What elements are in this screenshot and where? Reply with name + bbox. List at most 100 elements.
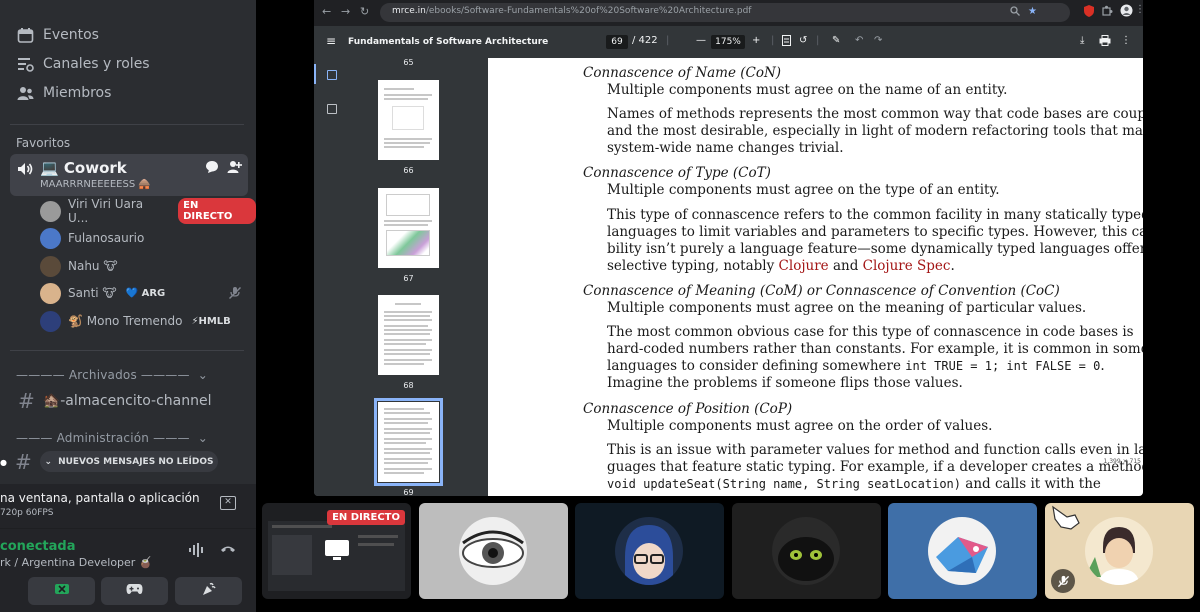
hamburger-menu-icon[interactable]: ≡ xyxy=(326,34,336,48)
stream-tile[interactable]: EN DIRECTO xyxy=(262,503,411,599)
members-icon xyxy=(16,84,34,102)
soundboard-button[interactable] xyxy=(175,577,242,605)
stream-quality: 720p 60FPS xyxy=(0,508,54,518)
more-menu-icon[interactable]: ⋮ xyxy=(1135,4,1143,15)
activities-button[interactable] xyxy=(101,577,168,605)
nav-events[interactable]: Eventos xyxy=(16,23,99,47)
member-name: Santi 🐮 xyxy=(68,286,117,300)
undo-icon[interactable]: ↶ xyxy=(855,35,863,46)
annotate-icon[interactable] xyxy=(792,35,793,46)
back-icon[interactable]: ← xyxy=(322,5,331,18)
participant-tile[interactable] xyxy=(575,503,724,599)
heading-con: Connascence of Name (CoN) xyxy=(583,65,782,81)
page-number-input[interactable]: 69 xyxy=(606,35,628,49)
page-thumbnail-selected[interactable] xyxy=(374,398,443,486)
text-line: Multiple components must agree on the or… xyxy=(607,418,993,434)
nav-members[interactable]: Miembros xyxy=(16,81,111,105)
camera-button[interactable] xyxy=(28,577,95,605)
thumbnail-page-number: 69 xyxy=(403,488,414,496)
invite-user-icon[interactable] xyxy=(227,160,242,178)
redo-icon[interactable]: ↷ xyxy=(874,35,882,46)
voice-member[interactable]: Nahu 🐮 xyxy=(40,255,118,277)
reload-icon[interactable]: ↻ xyxy=(360,5,369,18)
new-unread-messages-button[interactable]: ⌄ NUEVOS MENSAJES NO LEÍDOS xyxy=(40,451,218,472)
print-icon[interactable] xyxy=(1099,35,1111,49)
soundboard-icon xyxy=(201,582,216,601)
text-line: languages to limit variables and paramet… xyxy=(607,224,1143,240)
channel-name: 🏚️-almacencito-channel xyxy=(42,393,212,409)
participant-tile[interactable] xyxy=(419,503,568,599)
chevron-down-icon: ⌄ xyxy=(197,368,208,382)
browser-window: ← → ↻ ≡ mrce.in/ebooks/Software-Fundamen… xyxy=(314,0,1143,496)
page-thumbnail[interactable] xyxy=(378,295,439,375)
puzzle-icon[interactable] xyxy=(1102,5,1113,19)
calendar-icon xyxy=(16,26,34,44)
fit-to-page-icon[interactable] xyxy=(782,35,791,49)
thumbnail-page-number: 65 xyxy=(403,58,414,67)
mic-muted-icon xyxy=(1051,569,1075,593)
forward-icon[interactable]: → xyxy=(341,5,350,18)
nav-channels-roles[interactable]: Canales y roles xyxy=(16,52,150,76)
channel-admin-hidden[interactable]: ● # xyxy=(0,450,32,474)
page-thumbnail[interactable] xyxy=(378,80,439,160)
text-line: Multiple components must agree on the na… xyxy=(607,82,1008,98)
voice-channel-name: 💻 Cowork xyxy=(40,159,127,177)
thumbnail-page-number: 66 xyxy=(403,166,414,175)
extension-icon[interactable] xyxy=(1084,5,1094,20)
voice-channel-cowork[interactable]: 💻 Cowork MAARRRNEEEEESS 🛖 xyxy=(10,154,248,196)
pdf-page: Connascence of Name (CoN) Multiple compo… xyxy=(488,58,1143,496)
side-rail xyxy=(314,58,350,496)
unread-dot-icon: ● xyxy=(0,457,7,467)
zoom-input[interactable]: 175% xyxy=(711,35,745,49)
participant-tile[interactable] xyxy=(732,503,881,599)
member-tag: ⚡HMLB xyxy=(191,315,231,327)
draw-icon[interactable]: ✎ xyxy=(832,35,840,46)
avatar xyxy=(40,310,61,332)
nav-members-label: Miembros xyxy=(43,85,112,101)
voice-member[interactable]: Santi 🐮 💙 ARG xyxy=(40,282,165,304)
outline-view-icon[interactable] xyxy=(327,104,337,114)
thumbnail-page-number: 67 xyxy=(403,274,414,283)
live-badge: EN DIRECTO xyxy=(327,510,405,525)
zoom-out-icon[interactable]: — xyxy=(696,35,706,46)
mic-muted-icon xyxy=(228,285,242,304)
page-thumbnail[interactable] xyxy=(378,188,439,268)
voice-member[interactable]: Viri Viri Uara U... EN DIRECTO xyxy=(40,197,256,225)
paragraph: This is an issue with parameter values f… xyxy=(607,442,1143,493)
address-bar[interactable]: ≡ mrce.in/ebooks/Software-Fundamentals%2… xyxy=(380,3,1070,22)
heading-com: Connascence of Meaning (CoM) or Connasce… xyxy=(583,283,1060,299)
stop-stream-icon[interactable]: ✕ xyxy=(220,496,236,510)
voice-member[interactable]: 🐒 Mono Tremendo ⚡HMLB xyxy=(40,310,231,332)
avatar xyxy=(772,517,840,585)
text-line: void updateSeat(String name, String seat… xyxy=(607,476,1101,493)
bookmark-star-icon[interactable]: ★ xyxy=(1028,6,1037,17)
profile-avatar[interactable] xyxy=(1120,4,1133,20)
pdf-title: Fundamentals of Software Architecture xyxy=(348,37,549,47)
noise-suppression-icon[interactable] xyxy=(188,543,204,561)
url-path: /ebooks/Software-Fundamentals%20of%20Sof… xyxy=(425,6,752,16)
download-icon[interactable]: ⤓ xyxy=(1080,35,1084,46)
voice-connection-panel: conectada rk / Argentina Developer 🧉 xyxy=(0,528,256,612)
zoom-icon[interactable] xyxy=(1010,6,1020,19)
more-options-icon[interactable]: ⋮ xyxy=(1121,35,1131,46)
thumbnails-view-icon[interactable] xyxy=(327,70,337,80)
text-line: languages to consider defining somewhere… xyxy=(607,358,1105,375)
category-archived[interactable]: ———— Archivados ———— ⌄ xyxy=(16,368,208,382)
category-admin[interactable]: ——— Administración ——— ⌄ xyxy=(16,431,208,445)
channel-almacencito[interactable]: # 🏚️-almacencito-channel xyxy=(18,389,211,413)
nav-channels-roles-label: Canales y roles xyxy=(43,56,150,72)
voice-member[interactable]: Fulanosaurio xyxy=(40,227,144,249)
clojure-link[interactable]: Clojure xyxy=(779,258,829,274)
rotate-icon[interactable]: ↺ xyxy=(799,35,807,46)
chat-bubble-icon[interactable] xyxy=(205,160,219,178)
text-line: guages that feature static typing. For e… xyxy=(607,459,1143,475)
text-line: system-wide name changes trivial. xyxy=(607,140,844,156)
text-span: . xyxy=(1100,358,1105,374)
disconnect-icon[interactable] xyxy=(220,543,236,559)
pointing-hand-icon xyxy=(1045,503,1085,541)
participant-tile[interactable] xyxy=(888,503,1037,599)
paragraph: Multiple components must agree on the or… xyxy=(607,418,1058,435)
clojure-spec-link[interactable]: Clojure Spec xyxy=(863,258,951,274)
text-span: selective typing, notably xyxy=(607,258,779,274)
participant-tile[interactable] xyxy=(1045,503,1194,599)
